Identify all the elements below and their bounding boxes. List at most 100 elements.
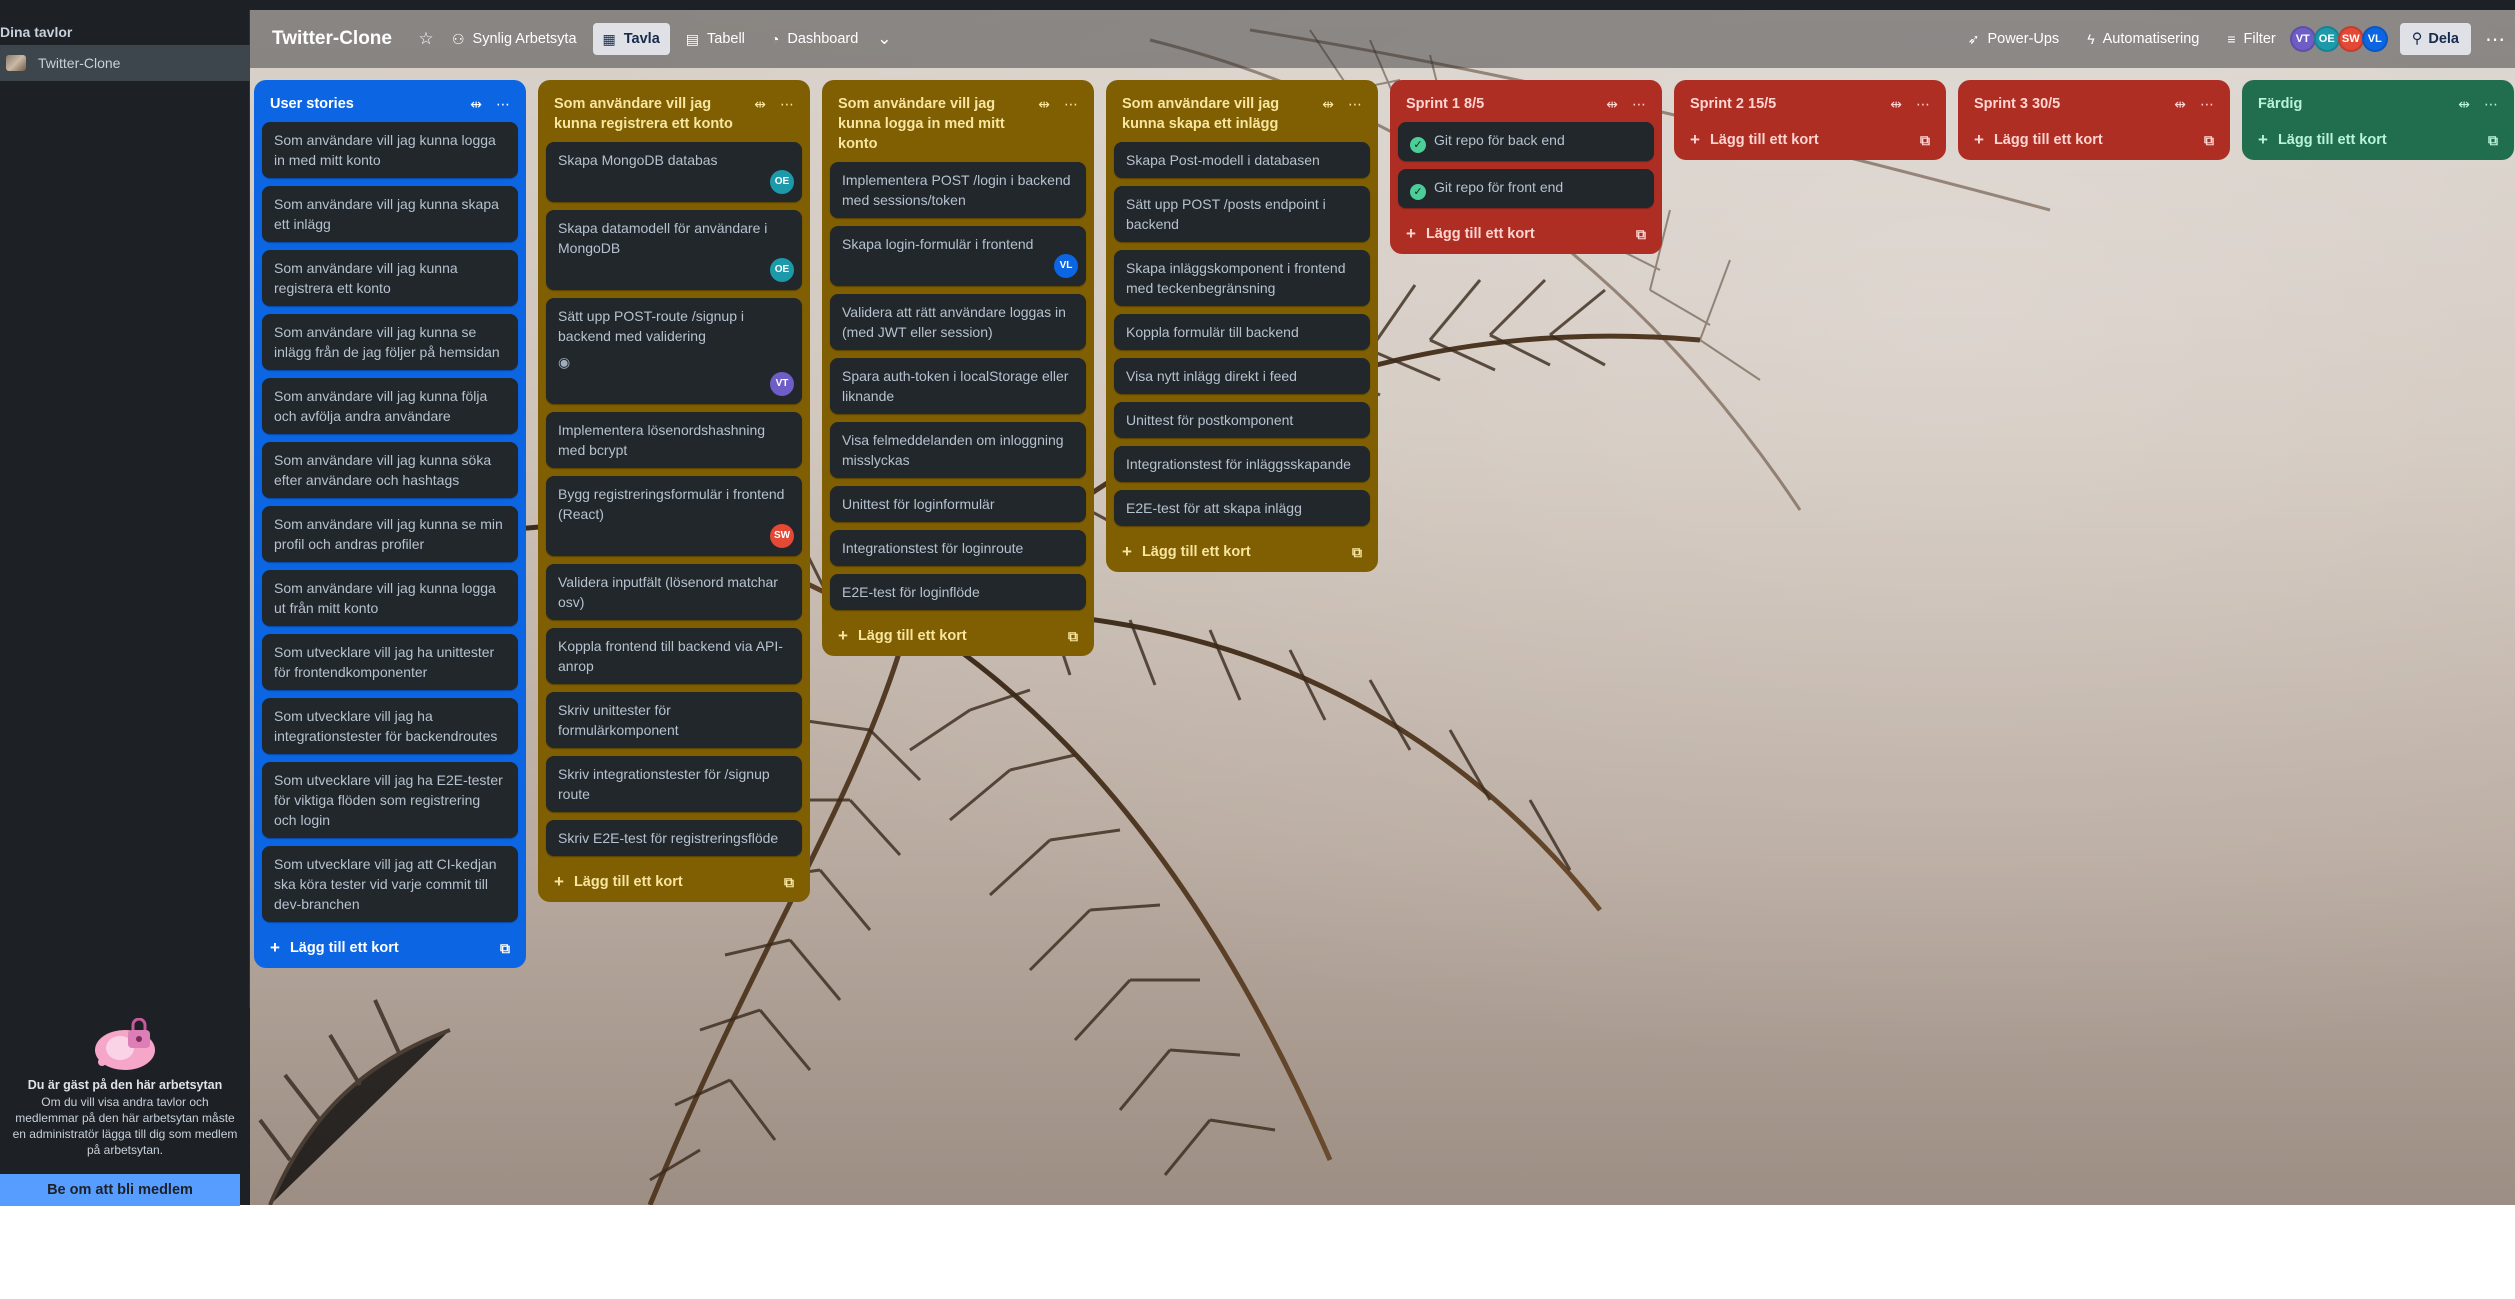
- card[interactable]: Som användare vill jag kunna logga in me…: [262, 122, 518, 178]
- star-icon[interactable]: ☆: [410, 23, 442, 55]
- board-title[interactable]: Twitter-Clone: [272, 28, 392, 50]
- filter-button[interactable]: ≡ Filter: [2217, 23, 2285, 55]
- card-member-avatar[interactable]: VT: [770, 372, 794, 396]
- card[interactable]: Som användare vill jag kunna se min prof…: [262, 506, 518, 562]
- card[interactable]: Visa felmeddelanden om inloggning missly…: [830, 422, 1086, 478]
- template-icon[interactable]: ⧉: [1068, 628, 1078, 645]
- list-title[interactable]: Som användare vill jag kunna registrera …: [554, 94, 754, 134]
- card[interactable]: Som utvecklare vill jag ha E2E-tester fö…: [262, 762, 518, 838]
- member-avatar[interactable]: OE: [2313, 26, 2340, 52]
- more-icon[interactable]: ⋯: [1348, 96, 1362, 113]
- card[interactable]: Validera inputfält (lösenord matchar osv…: [546, 564, 802, 620]
- automation-button[interactable]: ϟ Automatisering: [2077, 23, 2209, 55]
- card[interactable]: Som användare vill jag kunna söka efter …: [262, 442, 518, 498]
- card[interactable]: Skapa login-formulär i frontend VL: [830, 226, 1086, 286]
- card[interactable]: Skriv integrationstester för /signup rou…: [546, 756, 802, 812]
- card[interactable]: ✓ Git repo för front end: [1398, 169, 1654, 208]
- card[interactable]: Som utvecklare vill jag att CI-kedjan sk…: [262, 846, 518, 922]
- list-title[interactable]: Som användare vill jag kunna skapa ett i…: [1122, 94, 1322, 134]
- add-card-button[interactable]: + Lägg till ett kort ⧉: [1966, 122, 2222, 152]
- collapse-icon[interactable]: ⇹: [2458, 96, 2470, 113]
- card[interactable]: Som användare vill jag kunna följa och a…: [262, 378, 518, 434]
- card[interactable]: Som användare vill jag kunna registrera …: [262, 250, 518, 306]
- list-title[interactable]: User stories: [270, 94, 470, 114]
- list-title[interactable]: Färdig: [2258, 94, 2458, 114]
- add-card-button[interactable]: + Lägg till ett kort ⧉: [262, 930, 518, 960]
- card[interactable]: Implementera POST /login i backend med s…: [830, 162, 1086, 218]
- template-icon[interactable]: ⧉: [500, 940, 510, 957]
- card[interactable]: Spara auth-token i localStorage eller li…: [830, 358, 1086, 414]
- member-avatar[interactable]: SW: [2337, 26, 2364, 52]
- card[interactable]: Som utvecklare vill jag ha integrationst…: [262, 698, 518, 754]
- chevron-down-icon[interactable]: ⌄: [868, 23, 900, 55]
- card[interactable]: Unittest för loginformulär: [830, 486, 1086, 522]
- more-icon[interactable]: ⋯: [780, 96, 794, 113]
- card[interactable]: Visa nytt inlägg direkt i feed: [1114, 358, 1370, 394]
- more-icon[interactable]: ⋯: [2485, 27, 2505, 52]
- card-member-avatar[interactable]: OE: [770, 258, 794, 282]
- template-icon[interactable]: ⧉: [1352, 544, 1362, 561]
- more-icon[interactable]: ⋯: [1632, 96, 1646, 113]
- template-icon[interactable]: ⧉: [2204, 132, 2214, 149]
- member-avatar[interactable]: VT: [2289, 26, 2316, 52]
- card[interactable]: ✓ Git repo för back end: [1398, 122, 1654, 161]
- collapse-icon[interactable]: ⇹: [754, 96, 766, 113]
- collapse-icon[interactable]: ⇹: [470, 96, 482, 113]
- card[interactable]: Som användare vill jag kunna se inlägg f…: [262, 314, 518, 370]
- template-icon[interactable]: ⧉: [1920, 132, 1930, 149]
- view-table-button[interactable]: ▤ Tabell: [676, 23, 755, 55]
- checkmark-icon[interactable]: ✓: [1410, 137, 1426, 153]
- list-title[interactable]: Som användare vill jag kunna logga in me…: [838, 94, 1038, 154]
- checkmark-icon[interactable]: ✓: [1410, 184, 1426, 200]
- collapse-icon[interactable]: ⇹: [1606, 96, 1618, 113]
- more-icon[interactable]: ⋯: [2484, 96, 2498, 113]
- collapse-icon[interactable]: ⇹: [1322, 96, 1334, 113]
- card[interactable]: Unittest för postkomponent: [1114, 402, 1370, 438]
- card[interactable]: Skapa datamodell för användare i MongoDB…: [546, 210, 802, 290]
- sidebar-item-board[interactable]: Twitter-Clone: [0, 45, 250, 81]
- card[interactable]: Skapa MongoDB databas OE: [546, 142, 802, 202]
- view-board-button[interactable]: ▦ Tavla: [592, 23, 670, 55]
- card[interactable]: Validera att rätt användare loggas in (m…: [830, 294, 1086, 350]
- add-card-button[interactable]: + Lägg till ett kort ⧉: [830, 618, 1086, 648]
- card[interactable]: Koppla formulär till backend: [1114, 314, 1370, 350]
- list-title[interactable]: Sprint 1 8/5: [1406, 94, 1606, 114]
- more-icon[interactable]: ⋯: [496, 96, 510, 113]
- card[interactable]: Skapa Post-modell i databasen: [1114, 142, 1370, 178]
- more-icon[interactable]: ⋯: [1064, 96, 1078, 113]
- template-icon[interactable]: ⧉: [1636, 226, 1646, 243]
- card[interactable]: Som utvecklare vill jag ha unittester fö…: [262, 634, 518, 690]
- card[interactable]: Sätt upp POST-route /signup i backend me…: [546, 298, 802, 404]
- template-icon[interactable]: ⧉: [2488, 132, 2498, 149]
- collapse-icon[interactable]: ⇹: [2174, 96, 2186, 113]
- card[interactable]: Skriv E2E-test för registreringsflöde: [546, 820, 802, 856]
- add-card-button[interactable]: + Lägg till ett kort ⧉: [546, 864, 802, 894]
- add-card-button[interactable]: + Lägg till ett kort ⧉: [1682, 122, 1938, 152]
- more-icon[interactable]: ⋯: [1916, 96, 1930, 113]
- share-button[interactable]: ⚲ Dela: [2399, 23, 2471, 55]
- card-member-avatar[interactable]: OE: [770, 170, 794, 194]
- card[interactable]: Skapa inläggskomponent i frontend med te…: [1114, 250, 1370, 306]
- template-icon[interactable]: ⧉: [784, 874, 794, 891]
- add-card-button[interactable]: + Lägg till ett kort ⧉: [1114, 534, 1370, 564]
- card[interactable]: Koppla frontend till backend via API-anr…: [546, 628, 802, 684]
- card-member-avatar[interactable]: VL: [1054, 254, 1078, 278]
- card[interactable]: Bygg registreringsformulär i frontend (R…: [546, 476, 802, 556]
- view-dashboard-button[interactable]: ◔ Dashboard: [761, 23, 868, 55]
- powerups-button[interactable]: ➶ Power-Ups: [1958, 23, 2069, 55]
- card[interactable]: Sätt upp POST /posts endpoint i backend: [1114, 186, 1370, 242]
- add-card-button[interactable]: + Lägg till ett kort ⧉: [1398, 216, 1654, 246]
- more-icon[interactable]: ⋯: [2200, 96, 2214, 113]
- card[interactable]: Integrationstest för inläggsskapande: [1114, 446, 1370, 482]
- card[interactable]: Som användare vill jag kunna logga ut fr…: [262, 570, 518, 626]
- member-avatar[interactable]: VL: [2361, 26, 2388, 52]
- card[interactable]: Implementera lösenordshashning med bcryp…: [546, 412, 802, 468]
- list-title[interactable]: Sprint 3 30/5: [1974, 94, 2174, 114]
- card-member-avatar[interactable]: SW: [770, 524, 794, 548]
- card[interactable]: E2E-test för loginflöde: [830, 574, 1086, 610]
- card[interactable]: Skriv unittester för formulärkomponent: [546, 692, 802, 748]
- card[interactable]: Som användare vill jag kunna skapa ett i…: [262, 186, 518, 242]
- card[interactable]: Integrationstest för loginroute: [830, 530, 1086, 566]
- request-membership-button[interactable]: Be om att bli medlem: [0, 1174, 240, 1206]
- list-title[interactable]: Sprint 2 15/5: [1690, 94, 1890, 114]
